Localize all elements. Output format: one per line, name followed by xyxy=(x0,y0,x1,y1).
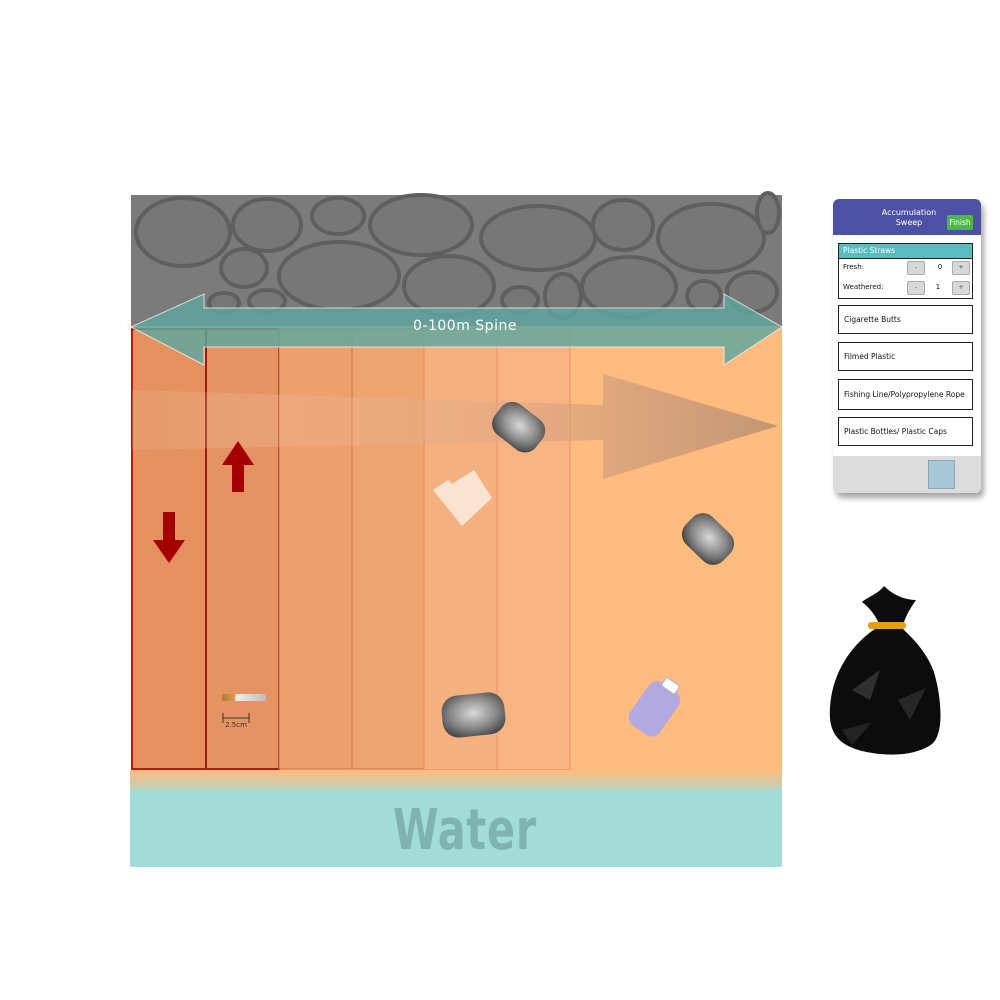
finish-button[interactable]: Finish xyxy=(947,215,973,230)
cigarette-butt-icon[interactable] xyxy=(222,694,266,701)
fresh-decrement-button[interactable]: - xyxy=(907,261,925,275)
spine-label: 0-100m Spine xyxy=(413,318,517,334)
panel-footer xyxy=(833,456,981,493)
category-title[interactable]: Plastic Straws xyxy=(839,244,972,259)
scale-label: 2.5cm xyxy=(225,721,247,729)
category-list: Plastic Straws Fresh: - 0 + Weathered: -… xyxy=(833,235,981,459)
category-cigarette-butts[interactable]: Cigarette Butts xyxy=(838,305,973,334)
weathered-count: 1 xyxy=(935,283,941,291)
category-filmed-plastic[interactable]: Filmed Plastic xyxy=(838,342,973,371)
accumulation-sweep-panel: Accumulation Sweep Finish Plastic Straws… xyxy=(833,199,981,493)
fresh-increment-button[interactable]: + xyxy=(952,261,970,275)
footer-button[interactable] xyxy=(928,460,955,489)
category-plastic-bottles[interactable]: Plastic Bottles/ Plastic Caps xyxy=(838,417,973,446)
fresh-label: Fresh: xyxy=(843,263,864,271)
rock-wall xyxy=(131,191,782,327)
category-plastic-straws: Plastic Straws Fresh: - 0 + Weathered: -… xyxy=(838,243,973,299)
weathered-decrement-button[interactable]: - xyxy=(907,281,925,295)
trash-bag-icon[interactable] xyxy=(829,586,941,755)
panel-title: Accumulation Sweep xyxy=(881,208,937,227)
fresh-count: 0 xyxy=(937,263,943,271)
panel-header: Accumulation Sweep Finish xyxy=(833,199,981,235)
weathered-increment-button[interactable]: + xyxy=(952,281,970,295)
weathered-label: Weathered: xyxy=(843,283,884,291)
category-fishing-line[interactable]: Fishing Line/Polypropylene Rope xyxy=(838,379,973,410)
water-label: Water xyxy=(392,798,538,863)
